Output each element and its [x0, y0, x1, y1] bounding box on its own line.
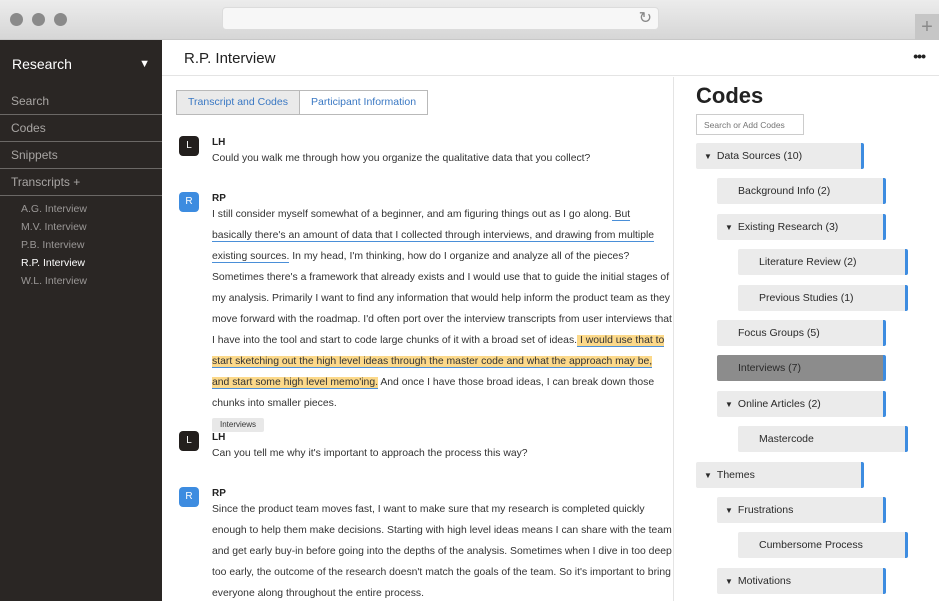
- caret-down-icon[interactable]: ▼: [704, 471, 712, 480]
- sidebar: Research ▼ Search Codes Snippets Transcr…: [0, 40, 162, 601]
- code-label: Existing Research (3): [737, 220, 839, 233]
- avatar: R: [179, 487, 199, 507]
- tab-bar: Transcript and Codes Participant Informa…: [176, 90, 429, 115]
- code-node[interactable]: Literature Review (2): [738, 249, 908, 276]
- maximize-window-button[interactable]: [54, 13, 67, 26]
- code-label: Online Articles (2): [737, 397, 821, 410]
- caret-down-icon[interactable]: ▼: [725, 223, 733, 232]
- more-options-icon[interactable]: •••: [913, 48, 926, 64]
- code-label: Background Info (2): [738, 185, 831, 198]
- text-segment: In my head, I'm thinking, how do I organ…: [212, 251, 672, 346]
- transcript-item[interactable]: A.G. Interview: [0, 200, 162, 218]
- code-node[interactable]: Focus Groups (5): [717, 320, 886, 346]
- reload-icon[interactable]: ↻: [639, 9, 652, 29]
- transcript-item[interactable]: W.L. Interview: [0, 272, 162, 290]
- utterance-text[interactable]: Since the product team moves fast, I wan…: [212, 499, 672, 604]
- address-bar[interactable]: ↻: [222, 7, 659, 30]
- code-node[interactable]: Cumbersome Process: [738, 532, 908, 559]
- code-label: Interviews (7): [738, 362, 802, 375]
- workspace-name: Research: [12, 56, 72, 72]
- avatar: R: [179, 192, 199, 212]
- codes-title: Codes: [696, 83, 764, 108]
- tab-transcript-and-codes[interactable]: Transcript and Codes: [176, 90, 300, 115]
- code-label: Previous Studies (1): [759, 291, 854, 304]
- transcript-item-active[interactable]: R.P. Interview: [0, 254, 162, 272]
- code-label: Data Sources (10): [716, 150, 803, 162]
- caret-down-icon[interactable]: ▼: [725, 506, 733, 515]
- code-node[interactable]: ▼ Existing Research (3): [717, 213, 886, 240]
- sidebar-item-transcripts[interactable]: Transcripts +: [0, 169, 162, 196]
- code-label: Cumbersome Process: [759, 539, 863, 552]
- caret-down-icon[interactable]: ▼: [725, 400, 733, 409]
- code-node[interactable]: Mastercode: [738, 426, 908, 453]
- code-label: Frustrations: [737, 504, 794, 516]
- utterance-text[interactable]: Can you tell me why it's important to ap…: [212, 446, 672, 462]
- sidebar-item-snippets[interactable]: Snippets: [0, 142, 162, 169]
- code-label: Themes: [716, 468, 755, 481]
- code-label: Literature Review (2): [759, 256, 857, 269]
- code-node[interactable]: Previous Studies (1): [738, 284, 908, 311]
- tab-participant-information[interactable]: Participant Information: [300, 90, 429, 115]
- code-node[interactable]: ▼ Frustrations: [717, 497, 886, 523]
- caret-down-icon[interactable]: ▼: [704, 152, 712, 161]
- code-node[interactable]: ▼ Data Sources (10): [696, 143, 864, 169]
- code-tag[interactable]: Interviews: [212, 418, 265, 432]
- transcript-item[interactable]: P.B. Interview: [0, 236, 162, 254]
- browser-chrome: ↻ +: [0, 0, 939, 40]
- text-segment: I still consider myself somewhat of a be…: [212, 209, 612, 220]
- speaker-name: RP: [212, 193, 226, 204]
- speaker-name: LH: [212, 137, 226, 148]
- code-label: Mastercode: [759, 433, 814, 446]
- page-title: R.P. Interview: [184, 50, 276, 67]
- new-tab-button[interactable]: +: [915, 14, 939, 40]
- chevron-down-icon: ▼: [139, 58, 150, 70]
- code-node[interactable]: Interviews (7): [717, 355, 886, 382]
- code-node[interactable]: ▼ Online Articles (2): [717, 390, 886, 417]
- speaker-name: RP: [212, 488, 226, 499]
- code-node[interactable]: ▼ Themes: [696, 461, 864, 488]
- avatar: L: [179, 431, 199, 451]
- code-label: Focus Groups (5): [738, 327, 820, 339]
- code-node[interactable]: ▼ Motivations: [717, 567, 886, 594]
- caret-down-icon[interactable]: ▼: [725, 577, 733, 586]
- codes-panel: Codes ▼ Data Sources (10) Background Info …: [675, 77, 939, 601]
- page-header: R.P. Interview •••: [162, 40, 939, 76]
- transcript-item[interactable]: M.V. Interview: [0, 218, 162, 236]
- close-window-button[interactable]: [10, 13, 23, 26]
- speaker-name: LH: [212, 432, 226, 443]
- sidebar-item-search[interactable]: Search: [0, 88, 162, 115]
- code-node[interactable]: Background Info (2): [717, 178, 886, 205]
- sidebar-item-codes[interactable]: Codes: [0, 115, 162, 142]
- transcript-list: A.G. Interview M.V. Interview P.B. Inter…: [0, 196, 162, 290]
- utterance-text[interactable]: Could you walk me through how you organi…: [212, 151, 672, 167]
- avatar: L: [179, 136, 199, 156]
- code-label: Motivations: [737, 574, 792, 587]
- search-codes-input[interactable]: [696, 114, 804, 135]
- workspace-selector[interactable]: Research ▼: [0, 40, 162, 88]
- transcript-panel: Transcript and Codes Participant Informa…: [162, 77, 674, 601]
- minimize-window-button[interactable]: [32, 13, 45, 26]
- utterance-text[interactable]: I still consider myself somewhat of a be…: [212, 204, 672, 435]
